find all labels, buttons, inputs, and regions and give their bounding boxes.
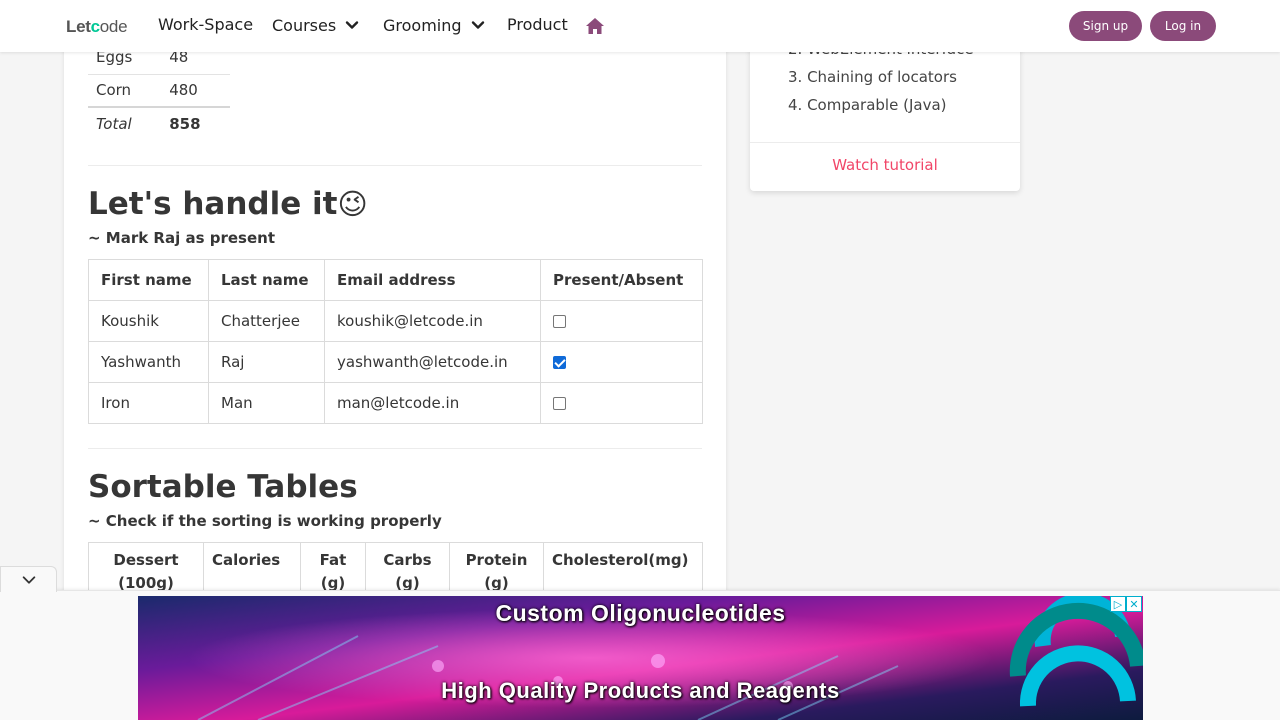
nav-product-label: Product	[507, 15, 568, 34]
table-row: Koushik Chatterjee koushik@letcode.in	[88, 300, 703, 342]
cell-first-name: Koushik	[88, 300, 209, 342]
chevron-down-icon	[471, 21, 484, 29]
nav-grooming-label: Grooming	[383, 15, 462, 35]
ad-banner[interactable]: Custom Oligonucleotides High Quality Pro…	[138, 596, 1143, 720]
nav-grooming-dropdown[interactable]: Grooming	[383, 15, 488, 35]
table-header-row: First name Last name Email address Prese…	[88, 259, 703, 301]
present-checkbox[interactable]	[553, 397, 566, 410]
table-row: Iron Man man@letcode.in	[88, 382, 703, 424]
col-present: Present/Absent	[540, 259, 703, 301]
cell-present	[540, 300, 703, 342]
cell-present	[540, 341, 703, 383]
table-row: Yashwanth Raj yashwanth@letcode.in	[88, 341, 703, 383]
letcode-logo[interactable]: Letcode	[66, 17, 128, 37]
ad-info-icon[interactable]: ▷	[1110, 596, 1126, 612]
cell-first-name: Iron	[88, 382, 209, 424]
watch-tutorial-link[interactable]: Watch tutorial	[750, 156, 1020, 174]
section-divider	[88, 448, 702, 449]
nav-courses-dropdown[interactable]: Courses	[272, 15, 362, 35]
ad-collapse-toggle[interactable]	[0, 566, 57, 592]
nav-product[interactable]: Product	[507, 15, 568, 34]
cell-present	[540, 382, 703, 424]
chevron-down-icon	[22, 575, 35, 584]
home-icon[interactable]	[585, 16, 605, 36]
col-email: Email address	[324, 259, 541, 301]
cell-first-name: Yashwanth	[88, 341, 209, 383]
nav-courses-label: Courses	[272, 15, 337, 35]
cell-last-name: Raj	[208, 341, 325, 383]
handle-section-title: Let's handle it😉	[88, 186, 368, 222]
ad-subheadline: High Quality Products and Reagents	[441, 678, 840, 703]
sortable-section-title: Sortable Tables	[88, 469, 358, 505]
col-last-name: Last name	[208, 259, 325, 301]
tutorial-item: 3. Chaining of locators	[788, 68, 957, 86]
sortable-section-subtitle: ~ Check if the sorting is working proper…	[88, 512, 442, 530]
row-label: Corn	[88, 74, 169, 108]
present-checkbox[interactable]	[553, 315, 566, 328]
present-checkbox[interactable]	[553, 356, 566, 369]
cell-email: yashwanth@letcode.in	[324, 341, 541, 383]
wink-emoji-icon: 😉	[337, 187, 368, 221]
handle-section-subtitle: ~ Mark Raj as present	[88, 229, 276, 247]
cell-email: man@letcode.in	[324, 382, 541, 424]
total-value: 858	[168, 106, 230, 140]
card-divider	[750, 142, 1020, 143]
signup-button[interactable]: Sign up	[1069, 11, 1142, 41]
nav-workspace-label: Work-Space	[158, 15, 254, 34]
login-button[interactable]: Log in	[1150, 11, 1216, 41]
col-first-name: First name	[88, 259, 209, 301]
cell-email: koushik@letcode.in	[324, 300, 541, 342]
attendance-table: First name Last name Email address Prese…	[88, 259, 703, 424]
ad-close-icon[interactable]: ✕	[1126, 596, 1142, 612]
ad-headline: Custom Oligonucleotides	[495, 600, 786, 626]
cell-last-name: Chatterjee	[208, 300, 325, 342]
row-value: 480	[168, 74, 230, 108]
section-divider	[88, 165, 702, 166]
cell-last-name: Man	[208, 382, 325, 424]
table-row: Corn 480	[88, 74, 230, 108]
total-row: Total 858	[88, 106, 230, 140]
top-navbar: Letcode Work-Space Courses Grooming Prod…	[0, 0, 1280, 52]
total-label: Total	[88, 106, 169, 140]
nutrition-table: Eggs 48 Corn 480 Total 858	[88, 41, 230, 140]
chevron-down-icon	[346, 21, 359, 29]
tutorial-item: 4. Comparable (Java)	[788, 96, 947, 114]
nav-workspace[interactable]: Work-Space	[158, 15, 253, 34]
ad-controls: ▷ ✕	[1110, 596, 1142, 612]
